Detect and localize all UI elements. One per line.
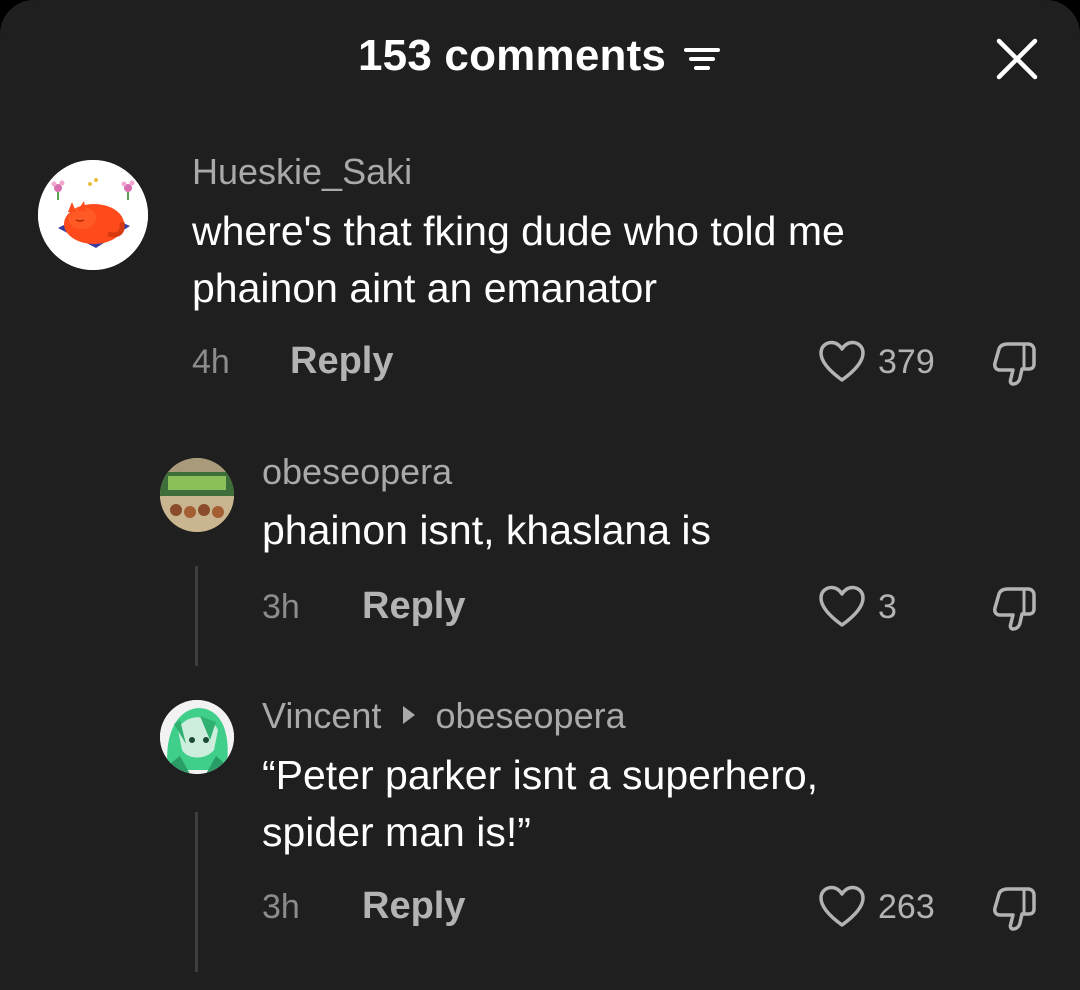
- comment-text-line: phainon isnt, khaslana is: [262, 507, 712, 553]
- comment-username[interactable]: Vincent: [262, 695, 381, 736]
- like-count: 379: [878, 343, 935, 381]
- comments-count-title: 153 comments: [358, 31, 667, 80]
- comment-text-line: spider man is!”: [262, 809, 531, 855]
- reply-to-arrow-icon: [403, 706, 416, 725]
- reply-to-username[interactable]: obeseopera: [435, 695, 625, 736]
- comment-username[interactable]: Hueskie_Saki: [192, 152, 412, 192]
- comments-sheet: 153 comments Hueskie_Saki where's that f…: [0, 0, 1080, 990]
- reply-button[interactable]: Reply: [362, 884, 465, 928]
- reply-button[interactable]: Reply: [362, 584, 465, 628]
- comment-text-line: “Peter parker isnt a superhero,: [262, 752, 819, 798]
- heart-icon[interactable]: [818, 885, 866, 929]
- thread-line: [195, 812, 198, 972]
- reply-button[interactable]: Reply: [290, 339, 393, 383]
- dislike-icon[interactable]: [990, 340, 1040, 386]
- avatar[interactable]: [160, 458, 234, 532]
- comment-text-line: where's that fking dude who told me: [192, 208, 845, 254]
- comment-text-line: phainon aint an emanator: [192, 265, 658, 311]
- sort-filter-icon[interactable]: [682, 42, 722, 76]
- close-icon: [996, 38, 1038, 80]
- comment-username[interactable]: obeseopera: [262, 452, 452, 492]
- like-count: 263: [878, 888, 935, 926]
- comment-timestamp: 4h: [192, 343, 230, 381]
- thread-line: [195, 566, 198, 666]
- heart-icon[interactable]: [818, 340, 866, 384]
- fox-avatar-icon: [38, 160, 148, 270]
- anime-avatar-icon: [160, 700, 234, 774]
- comment-timestamp: 3h: [262, 588, 300, 626]
- scene-avatar-icon: [160, 458, 234, 532]
- comment-timestamp: 3h: [262, 888, 300, 926]
- avatar[interactable]: [38, 160, 148, 270]
- dislike-icon[interactable]: [990, 585, 1040, 631]
- comment-username-row: Vincent obeseopera: [262, 696, 626, 736]
- close-button[interactable]: [988, 30, 1046, 88]
- dislike-icon[interactable]: [990, 885, 1040, 931]
- heart-icon[interactable]: [818, 585, 866, 629]
- avatar[interactable]: [160, 700, 234, 774]
- like-count: 3: [878, 588, 897, 626]
